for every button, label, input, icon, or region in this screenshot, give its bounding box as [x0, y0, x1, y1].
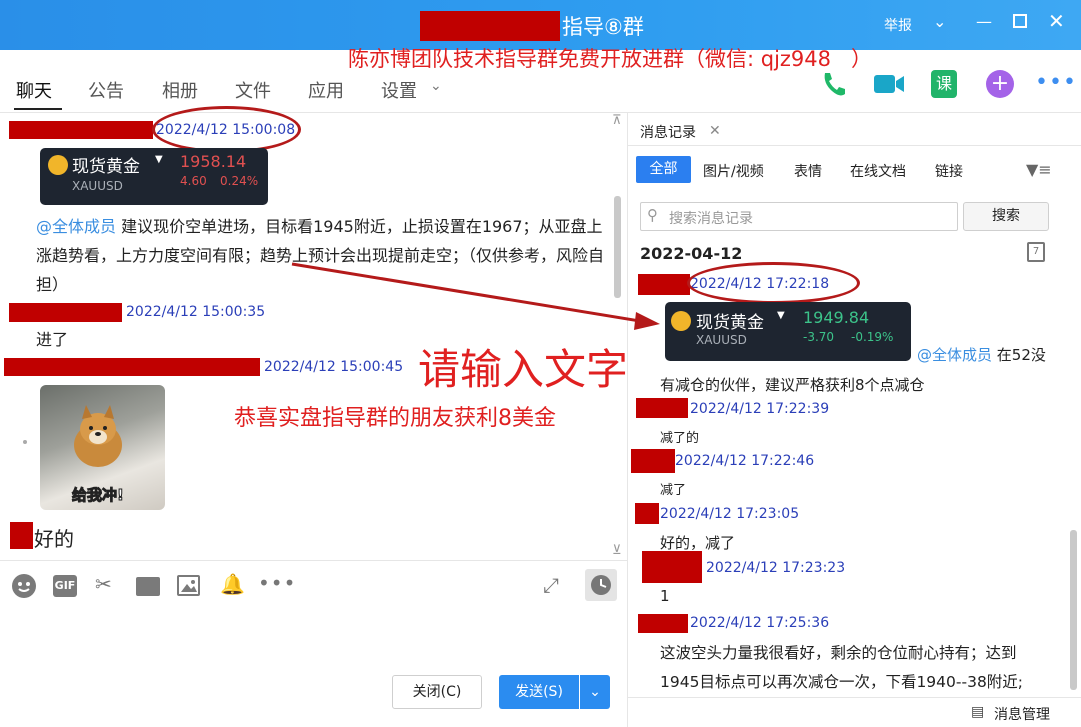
history-time: 2022/4/12 17:25:36 — [690, 615, 830, 631]
redacted-sender — [631, 449, 675, 473]
history-gold-quote-card[interactable]: 现货黄金 ▼ XAUUSD 1949.84 -3.70 -0.19% — [665, 302, 911, 361]
history-scrollbar[interactable] — [1070, 530, 1077, 690]
history-tab-docs[interactable]: 在线文档 — [850, 161, 906, 181]
history-mention-line: @全体成员 在52没 — [917, 344, 1046, 365]
highlight-oval — [687, 262, 860, 304]
gold-coin-icon — [671, 311, 691, 331]
search-button[interactable]: 搜索 — [963, 202, 1049, 231]
history-tab-links[interactable]: 链接 — [935, 161, 963, 181]
mention-all[interactable]: @全体成员 — [917, 346, 992, 364]
search-placeholder: 搜索消息记录 — [669, 211, 753, 227]
redacted-sender — [636, 398, 688, 418]
redacted-sender — [638, 274, 690, 295]
history-panel-title: 消息记录 — [640, 125, 696, 141]
history-tab-all[interactable]: 全部 — [636, 156, 691, 183]
gold-change: -3.70 — [803, 330, 835, 344]
history-search-input[interactable]: ⚲ 搜索消息记录 — [640, 202, 958, 231]
redacted-sender — [638, 614, 688, 633]
history-text: 好的，减了 — [660, 534, 736, 552]
scissors-icon[interactable]: ✂ — [95, 572, 112, 596]
emoji-icon[interactable] — [12, 574, 36, 598]
history-text: 这波空头力量我很看好，剩余的仓位耐心持有；达到 — [660, 644, 1017, 662]
history-tab-stickers[interactable]: 表情 — [794, 161, 822, 181]
history-clock-icon[interactable] — [585, 569, 617, 601]
image-icon[interactable] — [177, 575, 200, 596]
folder-icon[interactable] — [136, 577, 160, 596]
history-time: 2022/4/12 17:23:05 — [660, 506, 800, 522]
mention-text: 在52没 — [992, 346, 1046, 364]
gif-icon[interactable]: GIF — [53, 575, 77, 597]
close-button[interactable]: 关闭(C) — [392, 675, 482, 709]
fullscreen-icon[interactable]: ⤢ — [543, 573, 559, 597]
redacted-sender — [642, 551, 702, 583]
history-text: 减了 — [660, 483, 687, 498]
calendar-icon[interactable]: 7 — [1027, 242, 1045, 262]
send-button[interactable]: 发送(S) — [499, 675, 579, 709]
more-tools-icon[interactable]: ••• — [258, 571, 296, 595]
search-icon: ⚲ — [647, 206, 658, 224]
gold-code: XAUUSD — [696, 333, 747, 347]
history-header-divider — [628, 145, 1081, 146]
history-date: 2022-04-12 — [640, 244, 743, 263]
history-time: 2022/4/12 17:22:39 — [690, 401, 830, 417]
gold-pct: -0.19% — [851, 330, 894, 344]
history-text: 减了的 — [660, 431, 700, 446]
history-text: 1 — [660, 587, 670, 605]
history-footer-divider — [628, 697, 1081, 698]
message-manage-icon[interactable]: ▤ — [971, 704, 984, 720]
message-manage-link[interactable]: 消息管理 — [994, 704, 1050, 724]
gold-price: 1949.84 — [803, 308, 870, 327]
history-mention-text: 有减仓的伙伴，建议严格获利8个点减仓 — [660, 376, 925, 394]
history-text-continued: 1945目标点可以再次减仓一次，下看1940--38附近; — [660, 673, 1024, 691]
gold-name: 现货黄金 — [696, 313, 764, 333]
redacted-sender — [635, 503, 659, 524]
history-time: 2022/4/12 17:22:46 — [675, 453, 815, 469]
dropdown-caret-icon: ▼ — [777, 310, 785, 321]
filter-icon[interactable]: ▼≡ — [1026, 160, 1052, 179]
history-tab-media[interactable]: 图片/视频 — [703, 161, 764, 181]
send-options-chevron-icon[interactable]: ⌄ — [580, 675, 610, 709]
bell-icon[interactable]: 🔔 — [220, 572, 245, 596]
history-time: 2022/4/12 17:23:23 — [706, 560, 846, 576]
close-history-icon[interactable]: ✕ — [709, 123, 721, 139]
